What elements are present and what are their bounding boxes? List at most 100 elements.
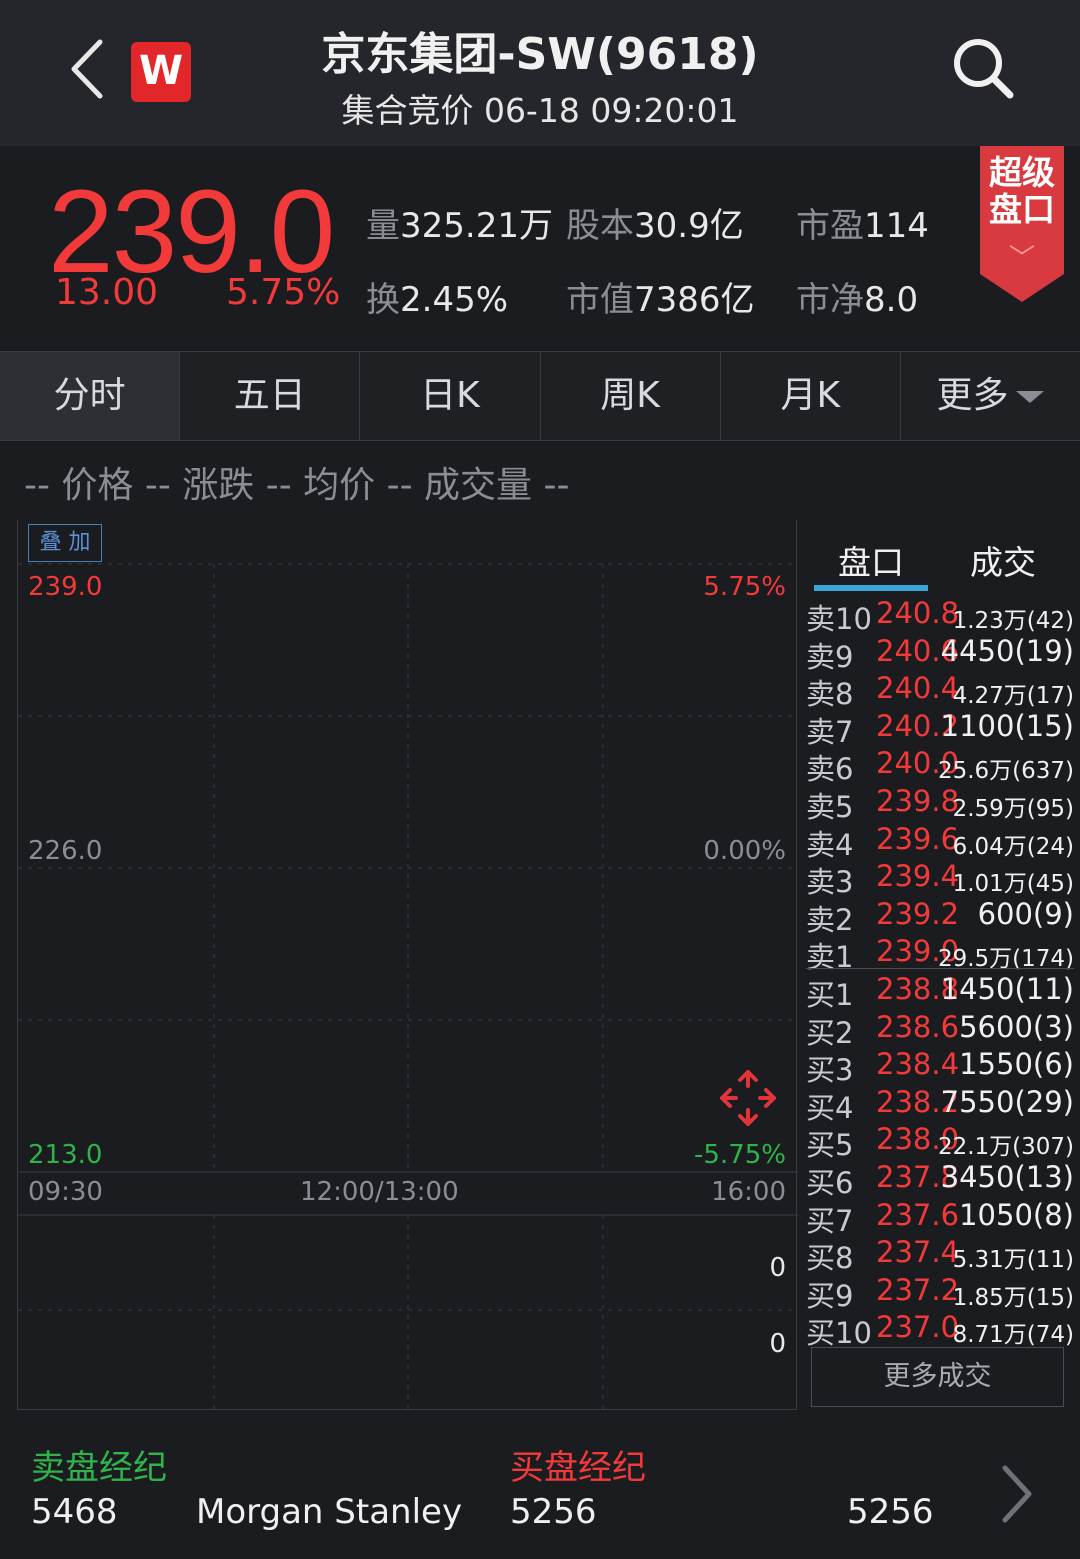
super-orderbook-label: 超级 盘口 [989, 153, 1055, 229]
broker-queue[interactable]: 卖盘经纪 5468 Morgan Stanley 买盘经纪 5256 5256 [0, 1420, 1080, 1559]
level-label: 买6 [806, 1166, 854, 1200]
ask-row[interactable]: 卖3 239.4 1.01万(45) [806, 859, 1074, 899]
orderbook-tabs: 盘口 成交 [806, 520, 1080, 590]
tab-orderbook[interactable]: 盘口 [838, 536, 904, 584]
intraday-chart[interactable]: 叠 加 239.0 5.75% 226.0 0.00% 213.0 -5.75%… [17, 520, 798, 1410]
x-label-open: 09:30 [28, 1177, 103, 1207]
price-change-pct: 5.75% [226, 272, 341, 313]
ask-row[interactable]: 卖1 239.0 29.5万(174) [806, 934, 1074, 974]
bid-row[interactable]: 买6 237.8 3450(13) [806, 1160, 1074, 1200]
auction-status: 集合竞价 06-18 09:20:01 [341, 91, 739, 130]
level-price: 237.2 [876, 1272, 960, 1307]
level-volume: 1450(11) [940, 972, 1074, 1006]
overlay-button[interactable]: 叠 加 [28, 524, 102, 562]
pct-label-high: 5.75% [703, 572, 786, 602]
level-price: 237.4 [876, 1235, 960, 1270]
level-label: 买1 [806, 978, 854, 1012]
bid-row[interactable]: 买7 237.6 1050(8) [806, 1197, 1074, 1238]
level-volume: 600(9) [977, 896, 1074, 931]
more-trades-button[interactable]: 更多成交 [811, 1347, 1064, 1407]
bid-row[interactable]: 买2 238.6 5600(3) [806, 1009, 1074, 1050]
level-price: 239.6 [876, 821, 960, 856]
top-bar: W 京东集团-SW(9618) 集合竞价 06-18 09:20:01 [0, 0, 1080, 146]
level-volume: 2.59万(95) [952, 796, 1074, 822]
pct-label-mid: 0.00% [703, 836, 786, 866]
level-volume: 4450(19) [940, 633, 1074, 668]
sell-broker-title: 卖盘经纪 [31, 1448, 167, 1488]
bid-row[interactable]: 买8 237.4 5.31万(11) [806, 1235, 1074, 1275]
bid-row[interactable]: 买3 238.4 1550(6) [806, 1047, 1074, 1087]
level-price: 238.6 [876, 1009, 960, 1044]
volume-axis-bottom: 0 [769, 1329, 786, 1359]
level-label: 卖5 [806, 790, 854, 824]
level-price: 240.8 [876, 596, 960, 630]
level-volume: 1.01万(45) [952, 871, 1074, 898]
level-price: 237.6 [876, 1197, 960, 1232]
ask-row[interactable]: 卖5 239.8 2.59万(95) [806, 784, 1074, 824]
level-label: 买3 [806, 1053, 854, 1088]
level-label: 买7 [806, 1203, 854, 1238]
tab-daily-k[interactable]: 日K [360, 352, 541, 440]
buy-broker-id: 5256 [510, 1492, 597, 1532]
chart-legend: -- 价格 -- 涨跌 -- 均价 -- 成交量 -- [24, 465, 570, 506]
price-change: 13.00 [55, 272, 159, 313]
level-label: 卖9 [806, 639, 854, 674]
level-price: 237.0 [876, 1310, 960, 1345]
ask-bid-divider [806, 968, 1074, 969]
chevron-right-icon[interactable] [995, 1462, 1039, 1526]
ask-row[interactable]: 卖10 240.8 1.23万(42) [806, 596, 1074, 636]
level-label: 卖6 [806, 752, 854, 787]
level-volume: 1.23万(42) [952, 608, 1074, 634]
level-label: 卖7 [806, 714, 854, 749]
level-volume: 5.31万(11) [952, 1247, 1074, 1274]
level-volume: 1.85万(15) [952, 1284, 1074, 1311]
back-arrow-icon[interactable] [62, 38, 114, 100]
level-volume: 1550(6) [959, 1047, 1074, 1082]
tab-five-day[interactable]: 五日 [180, 352, 361, 440]
level-label: 卖2 [806, 902, 854, 937]
y-label-low: 213.0 [28, 1140, 103, 1170]
move-arrows-icon[interactable] [718, 1068, 778, 1128]
tab-monthly-k[interactable]: 月K [721, 352, 901, 440]
level-volume: 25.6万(637) [937, 758, 1074, 785]
ask-row[interactable]: 卖4 239.6 6.04万(24) [806, 821, 1074, 862]
tab-trades[interactable]: 成交 [970, 536, 1036, 584]
x-label-lunch: 12:00/13:00 [300, 1177, 459, 1207]
sell-broker-id: 5468 [31, 1492, 118, 1532]
y-label-high: 239.0 [28, 572, 103, 602]
pct-label-low: -5.75% [694, 1140, 786, 1170]
bid-row[interactable]: 买1 238.8 1450(11) [806, 972, 1074, 1012]
chart-grid [18, 563, 798, 1410]
bid-row[interactable]: 买9 237.2 1.85万(15) [806, 1272, 1074, 1313]
bid-row[interactable]: 买5 238.0 22.1万(307) [806, 1122, 1074, 1162]
ask-row[interactable]: 卖6 240.0 25.6万(637) [806, 746, 1074, 786]
level-volume: 6.04万(24) [952, 833, 1074, 860]
level-price: 239.2 [876, 896, 960, 931]
sell-broker-name: Morgan Stanley [196, 1492, 463, 1532]
level-label: 买4 [806, 1090, 854, 1125]
level-volume: 8.71万(74) [952, 1322, 1074, 1349]
level-price: 240.4 [876, 671, 960, 706]
bid-row[interactable]: 买4 238.2 7550(29) [806, 1085, 1074, 1125]
ask-row[interactable]: 卖7 240.2 1100(15) [806, 709, 1074, 749]
stat-volume: 量325.21万 [366, 206, 553, 246]
level-label: 买8 [806, 1241, 854, 1276]
ask-row[interactable]: 卖2 239.2 600(9) [806, 896, 1074, 937]
ask-row[interactable]: 卖9 240.6 4450(19) [806, 633, 1074, 674]
level-label: 买5 [806, 1128, 854, 1163]
level-label: 买9 [806, 1278, 854, 1313]
tab-more[interactable]: 更多 [901, 352, 1080, 440]
active-tab-indicator [814, 585, 928, 591]
search-icon[interactable] [950, 35, 1016, 101]
super-orderbook-button[interactable]: 超级 盘口 ﹀ [980, 146, 1064, 302]
level-label: 卖1 [806, 940, 854, 975]
tab-intraday[interactable]: 分时 [0, 352, 181, 440]
bid-row[interactable]: 买10 237.0 8.71万(74) [806, 1310, 1074, 1350]
ask-row[interactable]: 卖8 240.4 4.27万(17) [806, 671, 1074, 711]
stat-turnover: 换2.45% [366, 280, 509, 320]
tab-weekly-k[interactable]: 周K [541, 352, 721, 440]
caret-down-icon [1016, 391, 1045, 403]
volume-axis-top: 0 [769, 1253, 786, 1283]
level-volume: 5600(3) [959, 1009, 1074, 1044]
x-label-close: 16:00 [711, 1177, 786, 1207]
